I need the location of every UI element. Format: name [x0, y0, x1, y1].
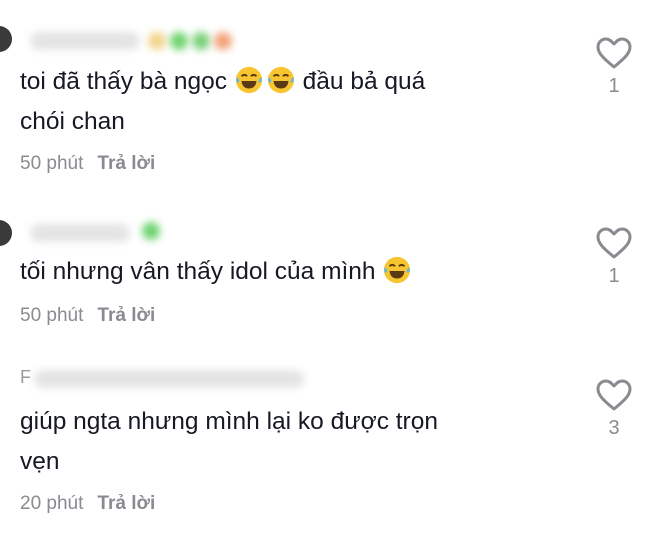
- blurred-badge: [214, 32, 232, 50]
- comment-meta: 20 phút Trả lời: [20, 492, 155, 516]
- like-count: 1: [608, 265, 620, 287]
- reply-button[interactable]: Trả lời: [97, 153, 155, 174]
- tears-of-joy-emoji-icon: [384, 256, 411, 284]
- blurred-badge: [142, 222, 160, 240]
- comment-text: giúp ngta nhưng mình lại ko được trọn vẹ…: [20, 402, 580, 482]
- comment-meta: 50 phút Trả lời: [20, 152, 155, 176]
- reply-button[interactable]: Trả lời: [97, 305, 155, 326]
- comment-text: tối nhưng vân thấy idol của mình: [20, 252, 580, 292]
- tears-of-joy-emoji-icon: [235, 66, 262, 94]
- comment-text-part: tối nhưng vân thấy idol của mình: [20, 258, 383, 285]
- comment-time: 20 phút: [20, 493, 84, 514]
- blurred-username: [30, 32, 140, 50]
- username-initial[interactable]: F: [20, 366, 31, 388]
- comment-text-part: toi đã thấy bà ngọc: [20, 68, 234, 95]
- reply-button[interactable]: Trả lời: [97, 493, 155, 514]
- comment-meta: 50 phút Trả lời: [20, 304, 155, 328]
- avatar[interactable]: [0, 26, 12, 52]
- comment-item: F giúp ngta nhưng mình lại ko được trọn …: [0, 360, 660, 534]
- blurred-badge: [170, 32, 188, 50]
- blurred-username: [34, 370, 304, 388]
- comment-time: 50 phút: [20, 153, 84, 174]
- tears-of-joy-emoji-icon: [267, 66, 294, 94]
- like-button[interactable]: 3: [594, 378, 634, 440]
- comment-item: toi đã thấy bà ngọc đầu bả quá chói chan…: [0, 0, 660, 190]
- comment-text-part: giúp ngta nhưng mình lại ko được trọn: [20, 408, 438, 435]
- heart-outline-icon[interactable]: [595, 36, 633, 70]
- comment-time: 50 phút: [20, 305, 84, 326]
- heart-outline-icon[interactable]: [595, 378, 633, 412]
- like-count: 1: [608, 75, 620, 97]
- like-count: 3: [608, 417, 620, 439]
- like-button[interactable]: 1: [594, 226, 634, 288]
- blurred-badge: [148, 32, 166, 50]
- comment-text-part: đầu bả quá: [295, 68, 426, 95]
- comment-text-line2: chói chan: [20, 108, 125, 135]
- comment-text: toi đã thấy bà ngọc đầu bả quá chói chan: [20, 62, 580, 142]
- blurred-username: [30, 224, 130, 242]
- comment-item: tối nhưng vân thấy idol của mình 50 phút…: [0, 190, 660, 360]
- avatar[interactable]: [0, 220, 12, 246]
- blurred-badge: [192, 32, 210, 50]
- comment-text-line2: vẹn: [20, 448, 60, 475]
- heart-outline-icon[interactable]: [595, 226, 633, 260]
- like-button[interactable]: 1: [594, 36, 634, 98]
